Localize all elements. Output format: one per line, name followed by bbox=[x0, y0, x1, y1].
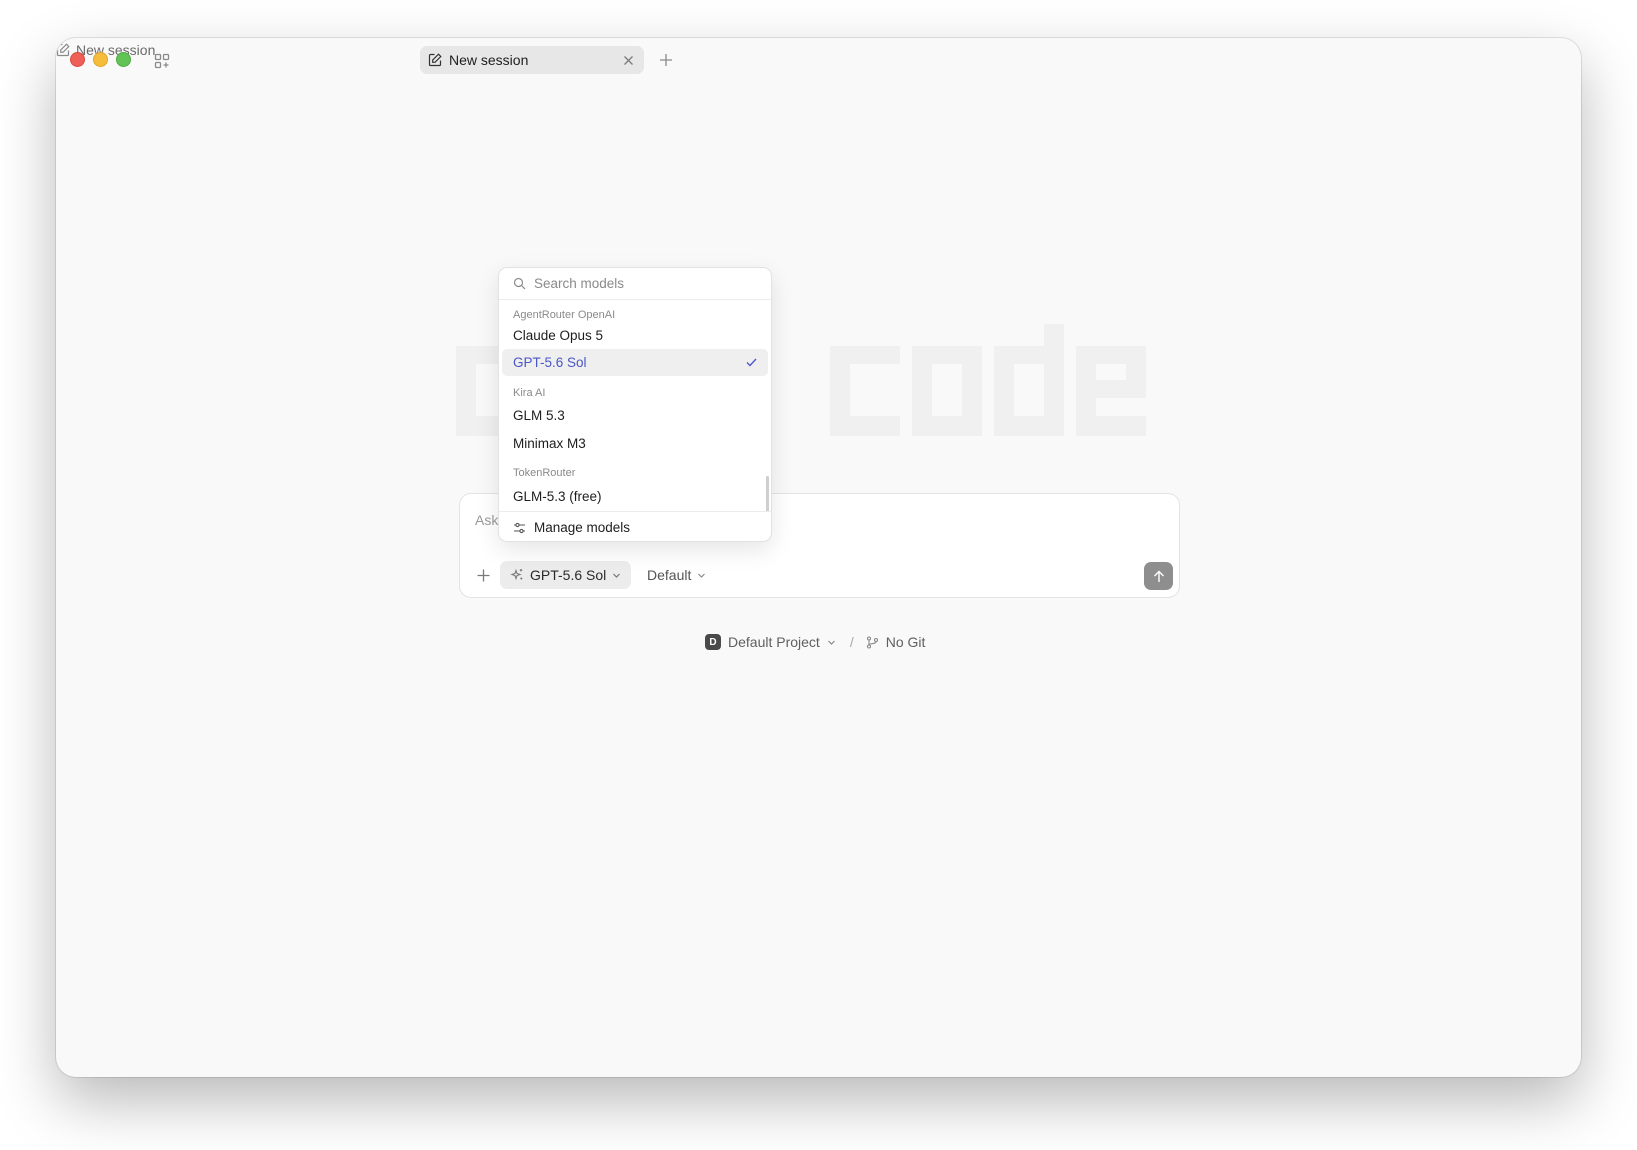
git-label: No Git bbox=[885, 634, 926, 650]
edit-icon bbox=[428, 53, 442, 67]
model-item-label: GPT-5.6 Sol bbox=[513, 355, 587, 370]
mode-selector-button[interactable]: Default bbox=[647, 561, 706, 589]
model-item-minimax-m3[interactable]: Minimax M3 bbox=[502, 430, 768, 457]
attach-plus-icon[interactable] bbox=[473, 565, 493, 585]
model-chip-label: GPT-5.6 Sol bbox=[530, 567, 607, 583]
close-tab-icon[interactable] bbox=[620, 52, 636, 68]
manage-models-button[interactable]: Manage models bbox=[499, 511, 771, 541]
project-selector[interactable]: D Default Project bbox=[705, 634, 836, 650]
git-status[interactable]: No Git bbox=[866, 634, 926, 650]
minimize-window-button[interactable] bbox=[93, 52, 108, 67]
checkmark-icon bbox=[746, 358, 757, 367]
search-models-input[interactable] bbox=[534, 276, 734, 291]
project-name: Default Project bbox=[728, 634, 820, 650]
model-search bbox=[499, 268, 771, 300]
model-dropdown: AgentRouter OpenAI Claude Opus 5 GPT-5.6… bbox=[498, 267, 772, 542]
project-avatar: D bbox=[705, 634, 721, 650]
group-header-agentrouter: AgentRouter OpenAI bbox=[513, 309, 616, 321]
model-item-glm-5-3-free[interactable]: GLM-5.3 (free) bbox=[502, 483, 768, 510]
sparkle-icon bbox=[510, 568, 524, 582]
search-icon bbox=[513, 277, 526, 290]
separator: / bbox=[849, 634, 854, 650]
model-list: AgentRouter OpenAI Claude Opus 5 GPT-5.6… bbox=[499, 301, 771, 511]
model-item-label: GLM 5.3 bbox=[513, 408, 565, 423]
new-session-button[interactable]: New session bbox=[56, 38, 1581, 62]
sliders-icon bbox=[513, 522, 526, 534]
tab-label: New session bbox=[449, 52, 529, 68]
tab-new-session[interactable]: New session bbox=[420, 46, 644, 74]
git-branch-icon bbox=[866, 635, 879, 649]
scrollbar[interactable] bbox=[766, 476, 769, 511]
chevron-down-icon bbox=[827, 638, 836, 647]
app-window: New session New session opencode bbox=[56, 38, 1581, 1077]
send-button[interactable] bbox=[1144, 562, 1173, 590]
model-item-label: Claude Opus 5 bbox=[513, 328, 604, 343]
close-window-button[interactable] bbox=[70, 52, 85, 67]
maximize-window-button[interactable] bbox=[116, 52, 131, 67]
chevron-down-icon bbox=[612, 571, 621, 580]
project-bar: D Default Project / No Git bbox=[705, 632, 925, 652]
apps-grid-icon[interactable] bbox=[152, 51, 172, 71]
group-header-tokenrouter: TokenRouter bbox=[513, 467, 576, 479]
group-header-kira-ai: Kira AI bbox=[513, 387, 546, 399]
edit-icon bbox=[56, 43, 70, 57]
mode-label: Default bbox=[647, 567, 692, 583]
model-item-claude-opus-5[interactable]: Claude Opus 5 bbox=[502, 322, 768, 349]
title-bar: New session New session bbox=[56, 38, 1581, 82]
model-item-gpt-5-6-sol[interactable]: GPT-5.6 Sol bbox=[502, 349, 768, 376]
model-item-label: GLM-5.3 (free) bbox=[513, 489, 602, 504]
model-selector-button[interactable]: GPT-5.6 Sol bbox=[500, 561, 632, 589]
manage-models-label: Manage models bbox=[534, 520, 631, 535]
arrow-up-icon bbox=[1153, 570, 1165, 583]
model-item-glm-5-3[interactable]: GLM 5.3 bbox=[502, 402, 768, 429]
add-tab-icon[interactable] bbox=[656, 50, 676, 70]
model-item-label: Minimax M3 bbox=[513, 436, 586, 451]
chevron-down-icon bbox=[697, 571, 706, 580]
